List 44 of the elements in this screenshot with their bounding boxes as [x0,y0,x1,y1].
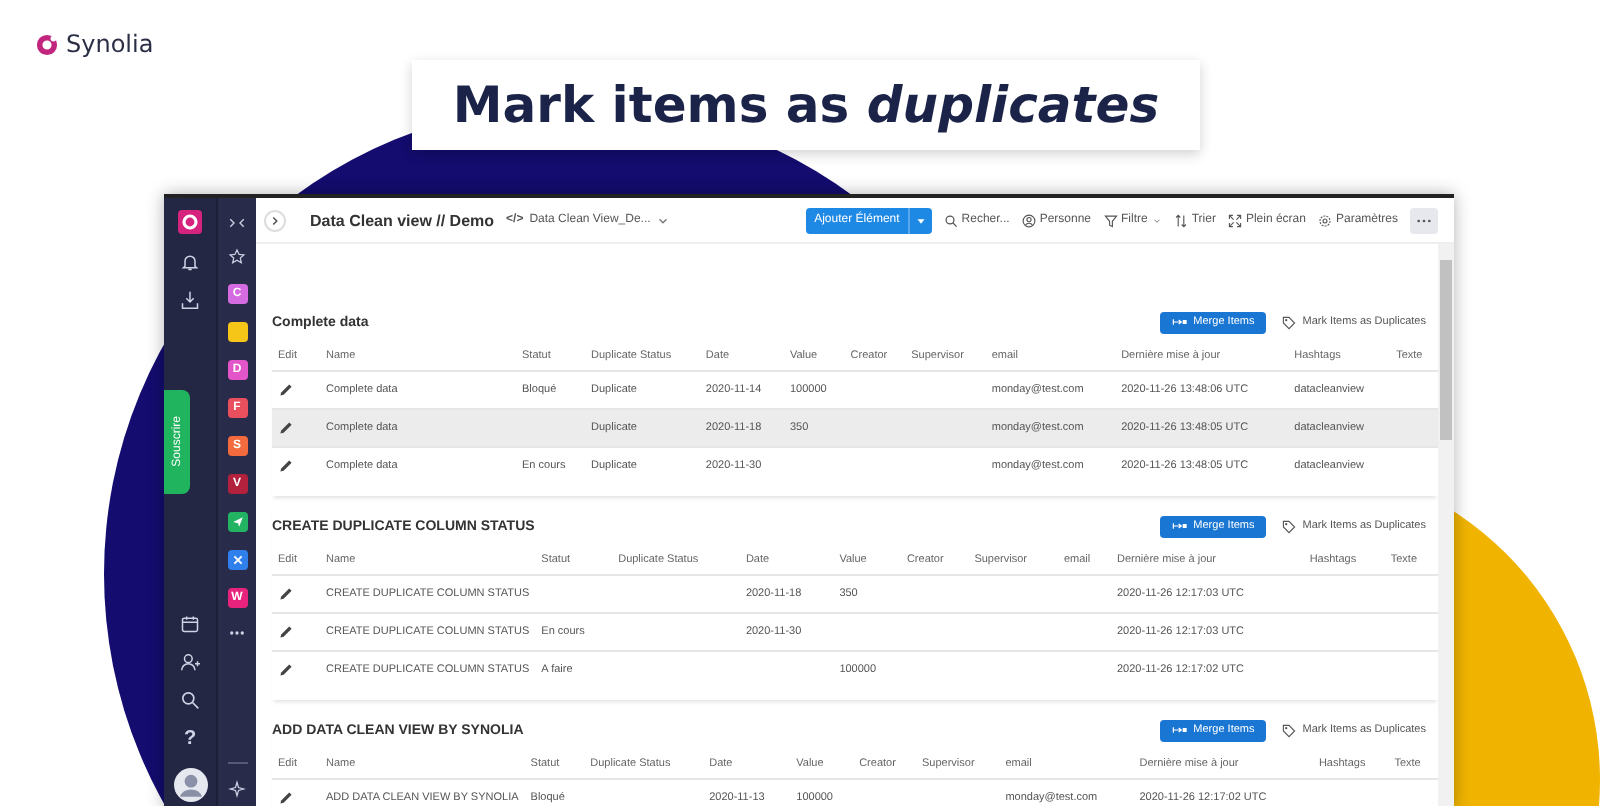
pencil-icon[interactable] [278,458,294,474]
caret-icon [913,213,928,227]
download-icon[interactable] [180,290,200,310]
pencil-icon[interactable] [278,662,294,678]
help-button[interactable]: ? [183,728,197,750]
headline-banner: Mark items as duplicates [412,60,1200,150]
pencil-icon[interactable] [278,790,294,806]
person-icon [1021,213,1036,227]
pencil-icon[interactable] [278,624,294,640]
sparkle-icon[interactable] [228,780,246,798]
add-person-icon[interactable] [180,652,200,672]
more-icon [1416,217,1432,223]
caret-icon [656,213,671,227]
scrollbar[interactable] [1438,244,1454,806]
more-options-button[interactable] [1410,207,1438,233]
logo-icon [36,33,58,55]
pencil-icon[interactable] [278,586,294,602]
tag-icon [1282,519,1297,533]
brand-name: Synolia [66,30,154,58]
calendar-icon[interactable] [180,614,200,634]
tag-icon [1282,315,1297,329]
fullscreen-icon [1227,213,1242,227]
collapse-icon[interactable] [228,214,246,232]
avatar-icon[interactable] [173,768,207,802]
board-title: Data Clean view // Demo [310,211,495,229]
sort-icon [1173,213,1188,227]
merge-icon [1171,318,1188,326]
expand-button[interactable] [264,209,286,231]
app-logo-icon[interactable] [178,210,202,234]
app-shortcut[interactable] [227,322,247,342]
merge-icon [1171,726,1188,734]
pencil-icon[interactable] [278,382,294,398]
app-shortcut[interactable] [227,550,247,570]
pencil-icon[interactable] [278,420,294,436]
search-icon [943,213,958,227]
settings-icon [1317,213,1332,227]
chevron-right-icon [268,213,282,227]
star-icon[interactable] [228,248,246,266]
filter-icon [1103,213,1117,227]
search-icon[interactable] [180,690,200,710]
merge-icon [1171,522,1188,530]
bell-icon[interactable] [180,252,200,272]
app-shortcut[interactable] [227,512,247,532]
tag-icon [1282,723,1297,737]
